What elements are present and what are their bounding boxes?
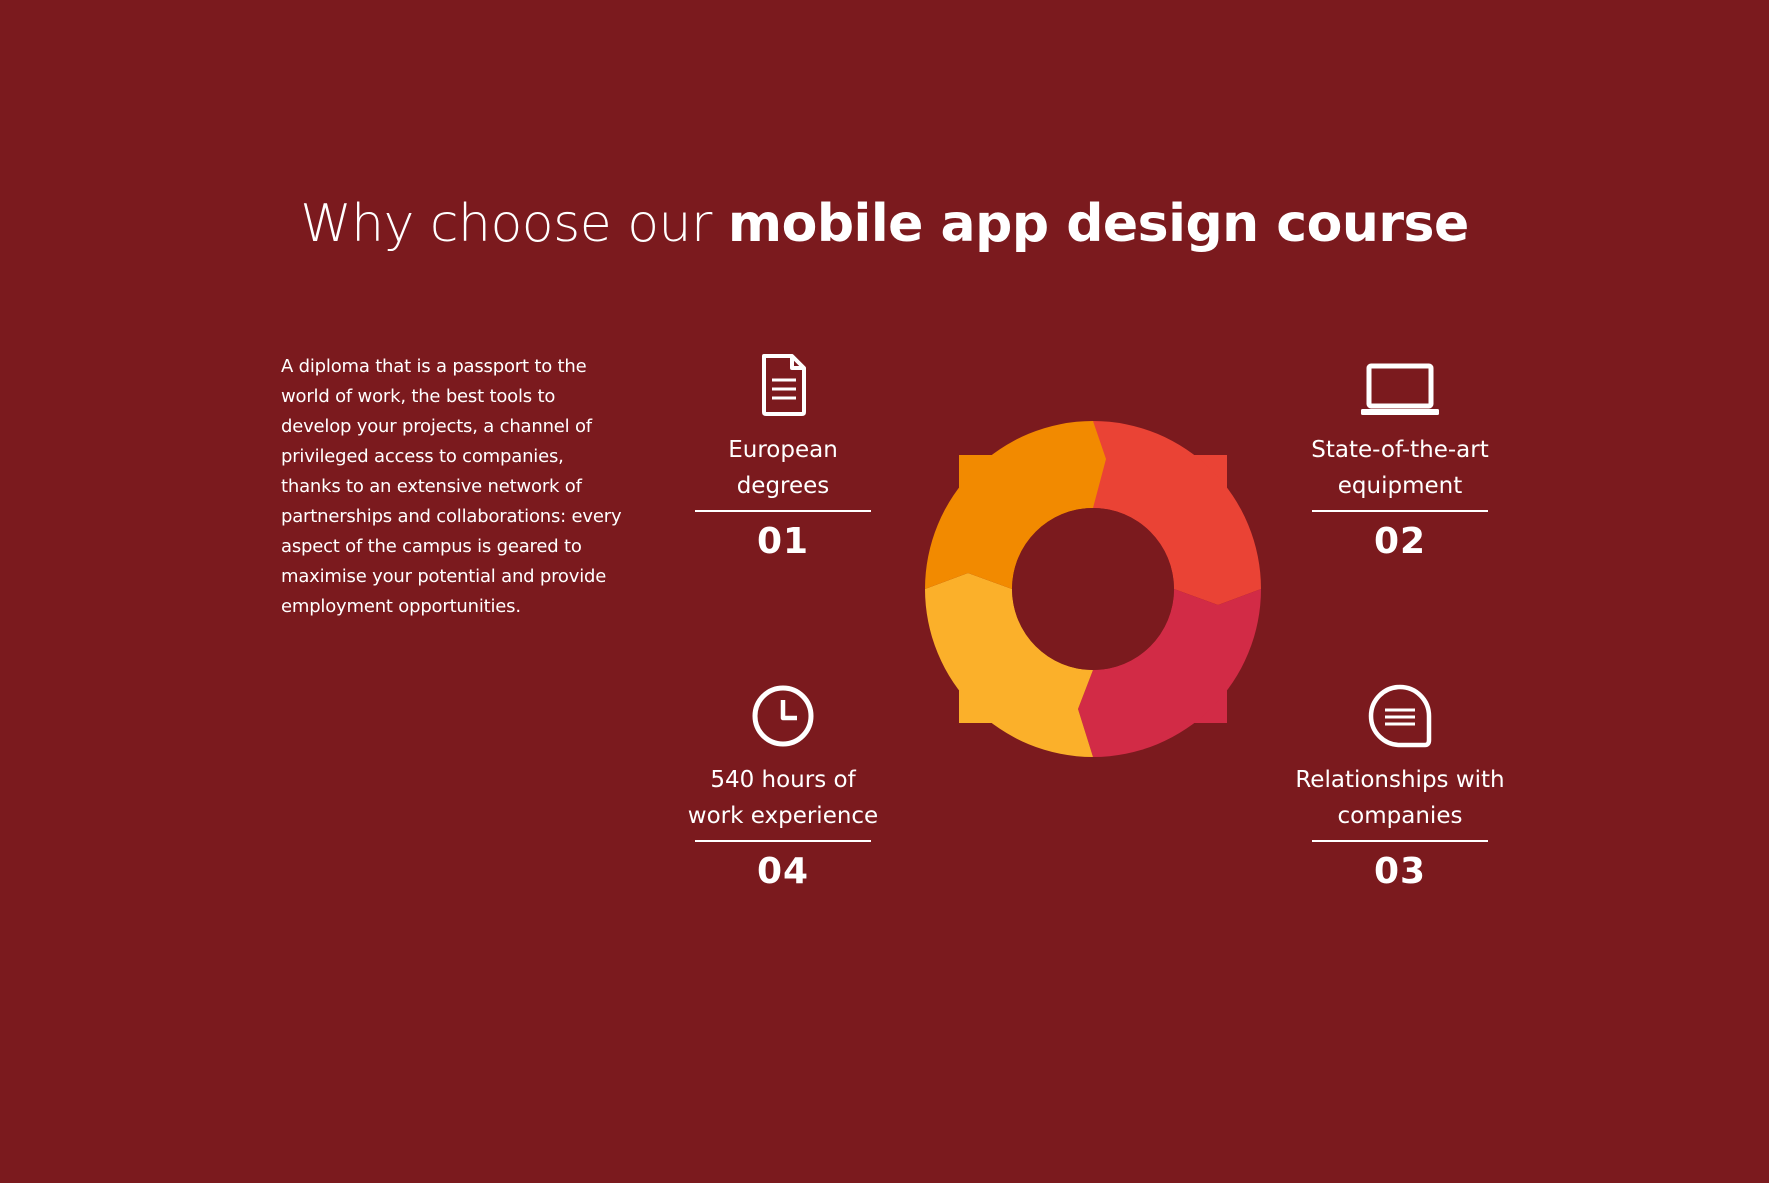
feature-equipment: State-of-the-art equipment 02 — [1270, 350, 1530, 564]
intro-paragraph: A diploma that is a passport to the worl… — [281, 356, 622, 617]
chat-bubble-icon — [1368, 684, 1432, 748]
feature-number: 01 — [756, 521, 810, 562]
ring-center — [1012, 508, 1174, 670]
page: Why choose our mobile app design course … — [0, 0, 1769, 1183]
clock-icon — [752, 685, 814, 747]
feature-label: Relationships with companies — [1295, 767, 1505, 829]
divider — [1312, 510, 1488, 512]
cycle-ring-diagram — [925, 421, 1261, 757]
feature-label: 540 hours of work experience — [687, 767, 879, 829]
feature-number: 02 — [1373, 521, 1427, 562]
feature-relationships: Relationships with companies 03 — [1270, 680, 1530, 894]
page-title: Why choose our mobile app design course — [0, 190, 1769, 258]
feature-european-degrees: European degrees 01 — [653, 350, 913, 564]
feature-number: 04 — [756, 851, 810, 892]
laptop-icon — [1361, 363, 1439, 415]
feature-label: State-of-the-art equipment — [1311, 437, 1489, 499]
divider — [695, 510, 871, 512]
divider — [1312, 840, 1488, 842]
feature-number: 03 — [1373, 851, 1427, 892]
feature-work-experience: 540 hours of work experience 04 — [653, 680, 913, 894]
feature-label: European degrees — [728, 437, 838, 499]
document-icon — [762, 354, 806, 416]
divider — [695, 840, 871, 842]
title-light-part: Why choose our — [300, 194, 728, 254]
title-bold-part: mobile app design course — [727, 194, 1469, 254]
